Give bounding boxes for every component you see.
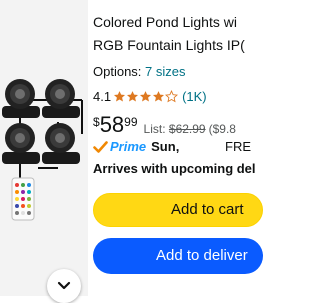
product-title-line-1[interactable]: Colored Pond Lights wi xyxy=(93,14,237,30)
scroll-down-button[interactable] xyxy=(47,269,81,303)
price-currency: $ xyxy=(93,115,100,129)
options-link[interactable]: 7 sizes xyxy=(145,64,185,79)
price-cents: 99 xyxy=(124,115,138,129)
product-details: Colored Pond Lights wi RGB Fountain Ligh… xyxy=(93,0,263,296)
product-image[interactable] xyxy=(0,72,88,222)
list-price-label: List: xyxy=(143,122,166,136)
star-icon xyxy=(153,91,165,102)
price-dollars: 58 xyxy=(99,112,125,137)
rating-value: 4.1 xyxy=(93,89,112,104)
prime-row: Prime Sun, FRE xyxy=(93,139,251,154)
star-icon xyxy=(114,91,126,102)
free-label: FRE xyxy=(225,139,251,154)
star-outline-icon xyxy=(165,90,179,103)
chevron-down-icon xyxy=(57,281,71,290)
prime-label: Prime xyxy=(110,139,147,154)
delivery-day: Sun, xyxy=(151,139,180,154)
price-row: $ 58 99 List: $62.99 ($9.8 xyxy=(93,113,236,137)
star-rating xyxy=(113,90,179,103)
list-price-value: $62.99 xyxy=(168,122,206,136)
product-title-line-2[interactable]: RGB Fountain Lights IP( xyxy=(93,37,245,53)
star-icon xyxy=(127,91,139,102)
star-icon xyxy=(140,91,152,102)
prime-checkmark-icon xyxy=(93,140,108,153)
unit-price: ($9.8 xyxy=(208,122,236,136)
image-pane xyxy=(0,0,88,303)
add-to-delivery-button[interactable]: Add to deliver xyxy=(93,238,263,274)
rating-row[interactable]: 4.1 (1K) xyxy=(93,89,207,104)
rating-count[interactable]: (1K) xyxy=(182,89,207,104)
add-to-cart-button[interactable]: Add to cart xyxy=(93,193,263,227)
options-row: Options: 7 sizes xyxy=(93,64,186,79)
options-label: Options: xyxy=(93,64,142,79)
list-price: List: $62.99 xyxy=(144,122,206,136)
arrives-text: Arrives with upcoming del xyxy=(93,161,256,176)
